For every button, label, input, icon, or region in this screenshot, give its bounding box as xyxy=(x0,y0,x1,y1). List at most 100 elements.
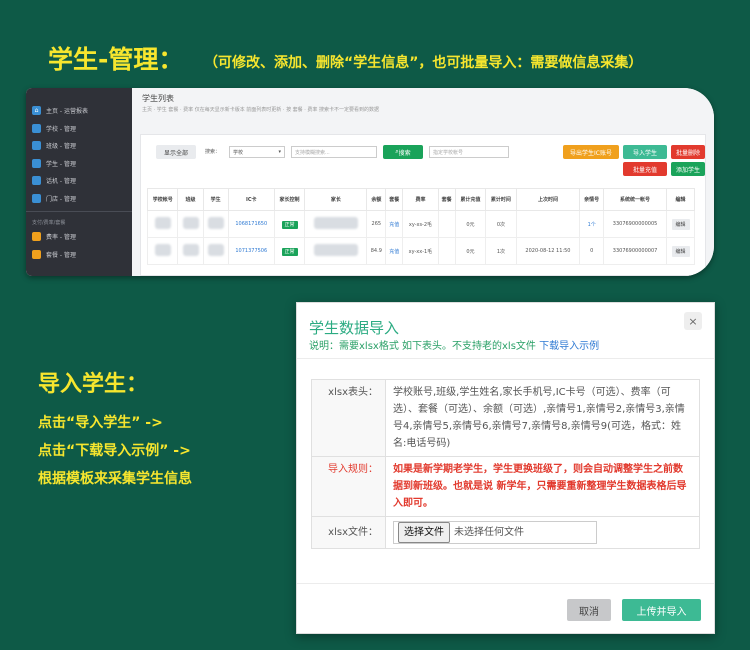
search-label: 搜索： xyxy=(205,149,221,155)
column-header: 套餐 xyxy=(385,188,404,211)
annotation-step: 点击“导入学生” -> xyxy=(38,415,163,431)
file-status: 未选择任何文件 xyxy=(454,527,524,538)
blurred-value xyxy=(154,217,171,229)
headline-note: （可修改、添加、删除“学生信息”，也可批量导入：需要做信息采集） xyxy=(204,55,643,71)
school-account-cell xyxy=(146,237,179,265)
modal-description: 说明：需要xlsx格式 如下表头。不支持老的xls文件 下载导入示例 xyxy=(309,337,599,352)
show-all-button[interactable]: 显示全部 xyxy=(156,145,196,159)
sidebar-item-store[interactable]: 门店 - 管理 xyxy=(26,190,132,208)
last-time-cell xyxy=(515,210,581,238)
column-header: 费率 xyxy=(402,188,439,211)
sidebar-item-label: 费率 - 管理 xyxy=(46,234,76,242)
column-header: 套餐 xyxy=(437,188,456,211)
file-cell: 选择文件 未选择任何文件 xyxy=(385,516,700,549)
column-header: 家长 xyxy=(304,188,368,211)
sidebar-item-label: 主页 - 运营报表 xyxy=(46,108,88,116)
total-recharge-cell: 0元 xyxy=(454,210,487,238)
card-input[interactable]: 指定学校帐号 xyxy=(429,146,509,158)
table-row: 1071377506 正常 84.9 充值 xy-xx-1毛 0元 1次 202… xyxy=(146,237,695,265)
edit-cell: 编辑 xyxy=(666,210,695,238)
modal-footer-divider xyxy=(297,583,714,584)
sidebar-item-school[interactable]: 学校 - 管理 xyxy=(26,120,132,138)
blurred-value xyxy=(207,217,224,229)
sidebar-item-label: 学校 - 管理 xyxy=(46,125,76,133)
search-scope-value: 学校 xyxy=(233,149,244,156)
file-input[interactable]: 选择文件 未选择任何文件 xyxy=(393,521,597,544)
column-header: 学生 xyxy=(202,188,229,211)
sidebar-section-label: 支付/费率/套餐 xyxy=(32,219,66,226)
batch-recharge-button[interactable]: 批量充值 xyxy=(623,162,667,176)
search-button-label: 搜索 xyxy=(398,149,411,157)
student-cell xyxy=(202,237,229,265)
description-text: 说明：需要xlsx格式 如下表头。不支持老的xls文件 xyxy=(309,341,536,352)
search-button[interactable]: ⌕ 搜索 xyxy=(383,145,423,159)
family-numbers-link[interactable]: 1个 xyxy=(579,210,605,238)
close-icon[interactable]: × xyxy=(684,312,702,330)
batch-delete-button[interactable]: 批量删除 xyxy=(671,145,705,159)
column-header: 累计充值 xyxy=(454,188,487,211)
last-time-cell: 2020-08-12 11:50 xyxy=(515,237,581,265)
blurred-value xyxy=(313,244,358,256)
modal-divider xyxy=(297,358,714,359)
column-header: 家长控制 xyxy=(273,188,306,211)
page-headline: 学生-管理： xyxy=(48,45,184,74)
column-header: 系统统一帐号 xyxy=(603,188,668,211)
sidebar: ⌂ 主页 - 运营报表 学校 - 管理 班级 - 管理 学生 - 管理 话机 - … xyxy=(26,88,132,276)
recharge-link[interactable]: 充值 xyxy=(385,237,404,265)
form-row: xlsx表头： 学校账号,班级,学生姓名,家长手机号,IC卡号（可选）、费率（可… xyxy=(311,379,700,457)
chevron-down-icon: ▾ xyxy=(278,149,281,155)
sidebar-item-home[interactable]: ⌂ 主页 - 运营报表 xyxy=(26,102,132,120)
search-input[interactable]: 支持模糊搜索... xyxy=(291,146,377,158)
cancel-button[interactable]: 取消 xyxy=(567,599,611,621)
column-header: 余额 xyxy=(366,188,387,211)
import-students-button[interactable]: 导入学生 xyxy=(623,145,667,159)
download-example-link[interactable]: 下载导入示例 xyxy=(539,341,599,352)
sidebar-item-label: 话机 - 管理 xyxy=(46,178,76,186)
column-header: 编辑 xyxy=(666,188,695,211)
column-header: 亲情号 xyxy=(579,188,605,211)
modal-title: 学生数据导入 xyxy=(309,319,400,337)
ic-card-link[interactable]: 1068171650 xyxy=(227,210,275,238)
choose-file-button[interactable]: 选择文件 xyxy=(398,522,450,543)
sidebar-item-package[interactable]: 套餐 - 管理 xyxy=(26,246,132,264)
form-row: xlsx文件： 选择文件 未选择任何文件 xyxy=(311,516,700,549)
search-scope-select[interactable]: 学校 ▾ xyxy=(229,146,285,158)
form-row: 导入规则： 如果是新学期老学生，学生更换班级了，则会自动调整学生之前数据到新班级… xyxy=(311,456,700,517)
add-student-button[interactable]: 添加学生 xyxy=(671,162,705,176)
header-label: xlsx表头： xyxy=(311,379,386,457)
blurred-value xyxy=(182,244,199,256)
store-icon xyxy=(32,193,41,203)
edit-button[interactable]: 编辑 xyxy=(671,218,690,230)
family-numbers-cell: 0 xyxy=(579,237,605,265)
student-icon xyxy=(32,158,41,168)
blurred-value xyxy=(154,244,171,256)
sidebar-item-label: 门店 - 管理 xyxy=(46,195,76,203)
home-icon: ⌂ xyxy=(32,106,41,116)
export-ids-button[interactable]: 导出学生IC账号 xyxy=(563,145,619,159)
sidebar-item-student[interactable]: 学生 - 管理 xyxy=(26,155,132,173)
annotation-step: 点击“下载导入示例” -> xyxy=(38,443,191,459)
class-icon xyxy=(32,141,41,151)
blurred-value xyxy=(182,217,199,229)
phone-icon xyxy=(32,176,41,186)
ic-card-link[interactable]: 1071377506 xyxy=(227,237,275,265)
import-form: xlsx表头： 学校账号,班级,学生姓名,家长手机号,IC卡号（可选）、费率（可… xyxy=(311,379,700,549)
sidebar-item-class[interactable]: 班级 - 管理 xyxy=(26,137,132,155)
upload-import-button[interactable]: 上传并导入 xyxy=(622,599,701,621)
parent-control-cell: 正常 xyxy=(273,210,306,238)
balance-cell: 265 xyxy=(366,210,387,238)
system-account-cell: 33076900000007 xyxy=(603,237,668,265)
package-cell xyxy=(437,210,456,238)
sidebar-item-phone[interactable]: 话机 - 管理 xyxy=(26,172,132,190)
recharge-link[interactable]: 充值 xyxy=(385,210,404,238)
edit-button[interactable]: 编辑 xyxy=(671,245,690,257)
sidebar-item-rate[interactable]: 费率 - 管理 xyxy=(26,228,132,246)
total-times-cell: 0次 xyxy=(485,210,517,238)
annotation-step: 根据模板来采集学生信息 xyxy=(38,471,192,487)
column-header: 上次时间 xyxy=(515,188,581,211)
school-account-cell xyxy=(146,210,179,238)
rule-label: 导入规则： xyxy=(311,456,386,517)
breadcrumb: 主页 · 学生 套餐 · 费率 仅在每天显示新卡版本 前面列表时更新 · 按 套… xyxy=(142,107,380,113)
column-header: 学校帐号 xyxy=(146,188,179,211)
column-header: 班级 xyxy=(177,188,204,211)
